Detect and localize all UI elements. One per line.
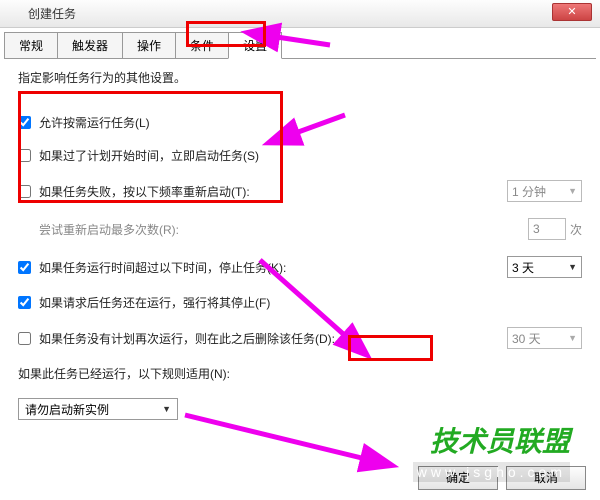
label-restart-fail: 如果任务失败，按以下频率重新启动(T): — [39, 183, 507, 200]
titlebar: 创建任务 ✕ — [0, 0, 600, 28]
content: 指定影响任务行为的其他设置。 允许按需运行任务(L) 如果过了计划开始时间，立即… — [0, 59, 600, 430]
label-force-stop: 如果请求后任务还在运行，强行将其停止(F) — [39, 294, 582, 311]
checkbox-run-if-missed[interactable] — [18, 149, 31, 162]
label-stop-longer: 如果任务运行时间超过以下时间，停止任务(K): — [39, 259, 507, 276]
input-retry-count: 3 — [528, 218, 566, 240]
label-retry-count: 尝试重新启动最多次数(R): — [39, 221, 528, 238]
option-force-stop: 如果请求后任务还在运行，强行将其停止(F) — [18, 294, 582, 311]
close-button[interactable]: ✕ — [552, 3, 592, 21]
tabs: 常规 触发器 操作 条件 设置 — [4, 32, 596, 59]
select-stop-longer[interactable]: 3 天 ▼ — [507, 256, 582, 278]
chevron-down-icon: ▼ — [568, 333, 577, 343]
window-title: 创建任务 — [28, 5, 76, 22]
select-delete-after: 30 天 ▼ — [507, 327, 582, 349]
tab-conditions[interactable]: 条件 — [175, 32, 229, 58]
select-restart-interval: 1 分钟 ▼ — [507, 180, 582, 202]
description-text: 指定影响任务行为的其他设置。 — [18, 69, 582, 86]
option-delete-after: 如果任务没有计划再次运行，则在此之后删除该任务(D): 30 天 ▼ — [18, 327, 582, 349]
option-run-if-missed: 如果过了计划开始时间，立即启动任务(S) — [18, 147, 582, 164]
select-stop-longer-value: 3 天 — [512, 259, 534, 276]
checkbox-restart-fail[interactable] — [18, 185, 31, 198]
tab-settings[interactable]: 设置 — [228, 32, 282, 59]
chevron-down-icon: ▼ — [568, 186, 577, 196]
watermark-url: www.jsgho.com — [413, 462, 570, 482]
chevron-down-icon: ▼ — [568, 262, 577, 272]
watermark-brand: 技术员联盟 — [430, 420, 570, 460]
option-allow-demand: 允许按需运行任务(L) — [18, 114, 582, 131]
option-rule-label: 如果此任务已经运行，以下规则适用(N): — [18, 365, 582, 382]
tab-general[interactable]: 常规 — [4, 32, 58, 58]
select-delete-after-value: 30 天 — [512, 330, 541, 347]
select-restart-interval-value: 1 分钟 — [512, 183, 546, 200]
option-retry-count: 尝试重新启动最多次数(R): 3 次 — [18, 218, 582, 240]
option-stop-longer: 如果任务运行时间超过以下时间，停止任务(K): 3 天 ▼ — [18, 256, 582, 278]
checkbox-allow-demand[interactable] — [18, 116, 31, 129]
tab-triggers[interactable]: 触发器 — [57, 32, 123, 58]
select-rule[interactable]: 请勿启动新实例 ▼ — [18, 398, 178, 420]
option-restart-fail: 如果任务失败，按以下频率重新启动(T): 1 分钟 ▼ — [18, 180, 582, 202]
label-run-if-missed: 如果过了计划开始时间，立即启动任务(S) — [39, 147, 582, 164]
label-allow-demand: 允许按需运行任务(L) — [39, 114, 582, 131]
tab-actions[interactable]: 操作 — [122, 32, 176, 58]
label-delete-after: 如果任务没有计划再次运行，则在此之后删除该任务(D): — [39, 330, 507, 347]
retry-suffix: 次 — [570, 221, 582, 238]
select-rule-value: 请勿启动新实例 — [25, 401, 109, 418]
chevron-down-icon: ▼ — [162, 404, 171, 414]
checkbox-force-stop[interactable] — [18, 296, 31, 309]
label-rule: 如果此任务已经运行，以下规则适用(N): — [18, 365, 582, 382]
checkbox-stop-longer[interactable] — [18, 261, 31, 274]
checkbox-delete-after[interactable] — [18, 332, 31, 345]
